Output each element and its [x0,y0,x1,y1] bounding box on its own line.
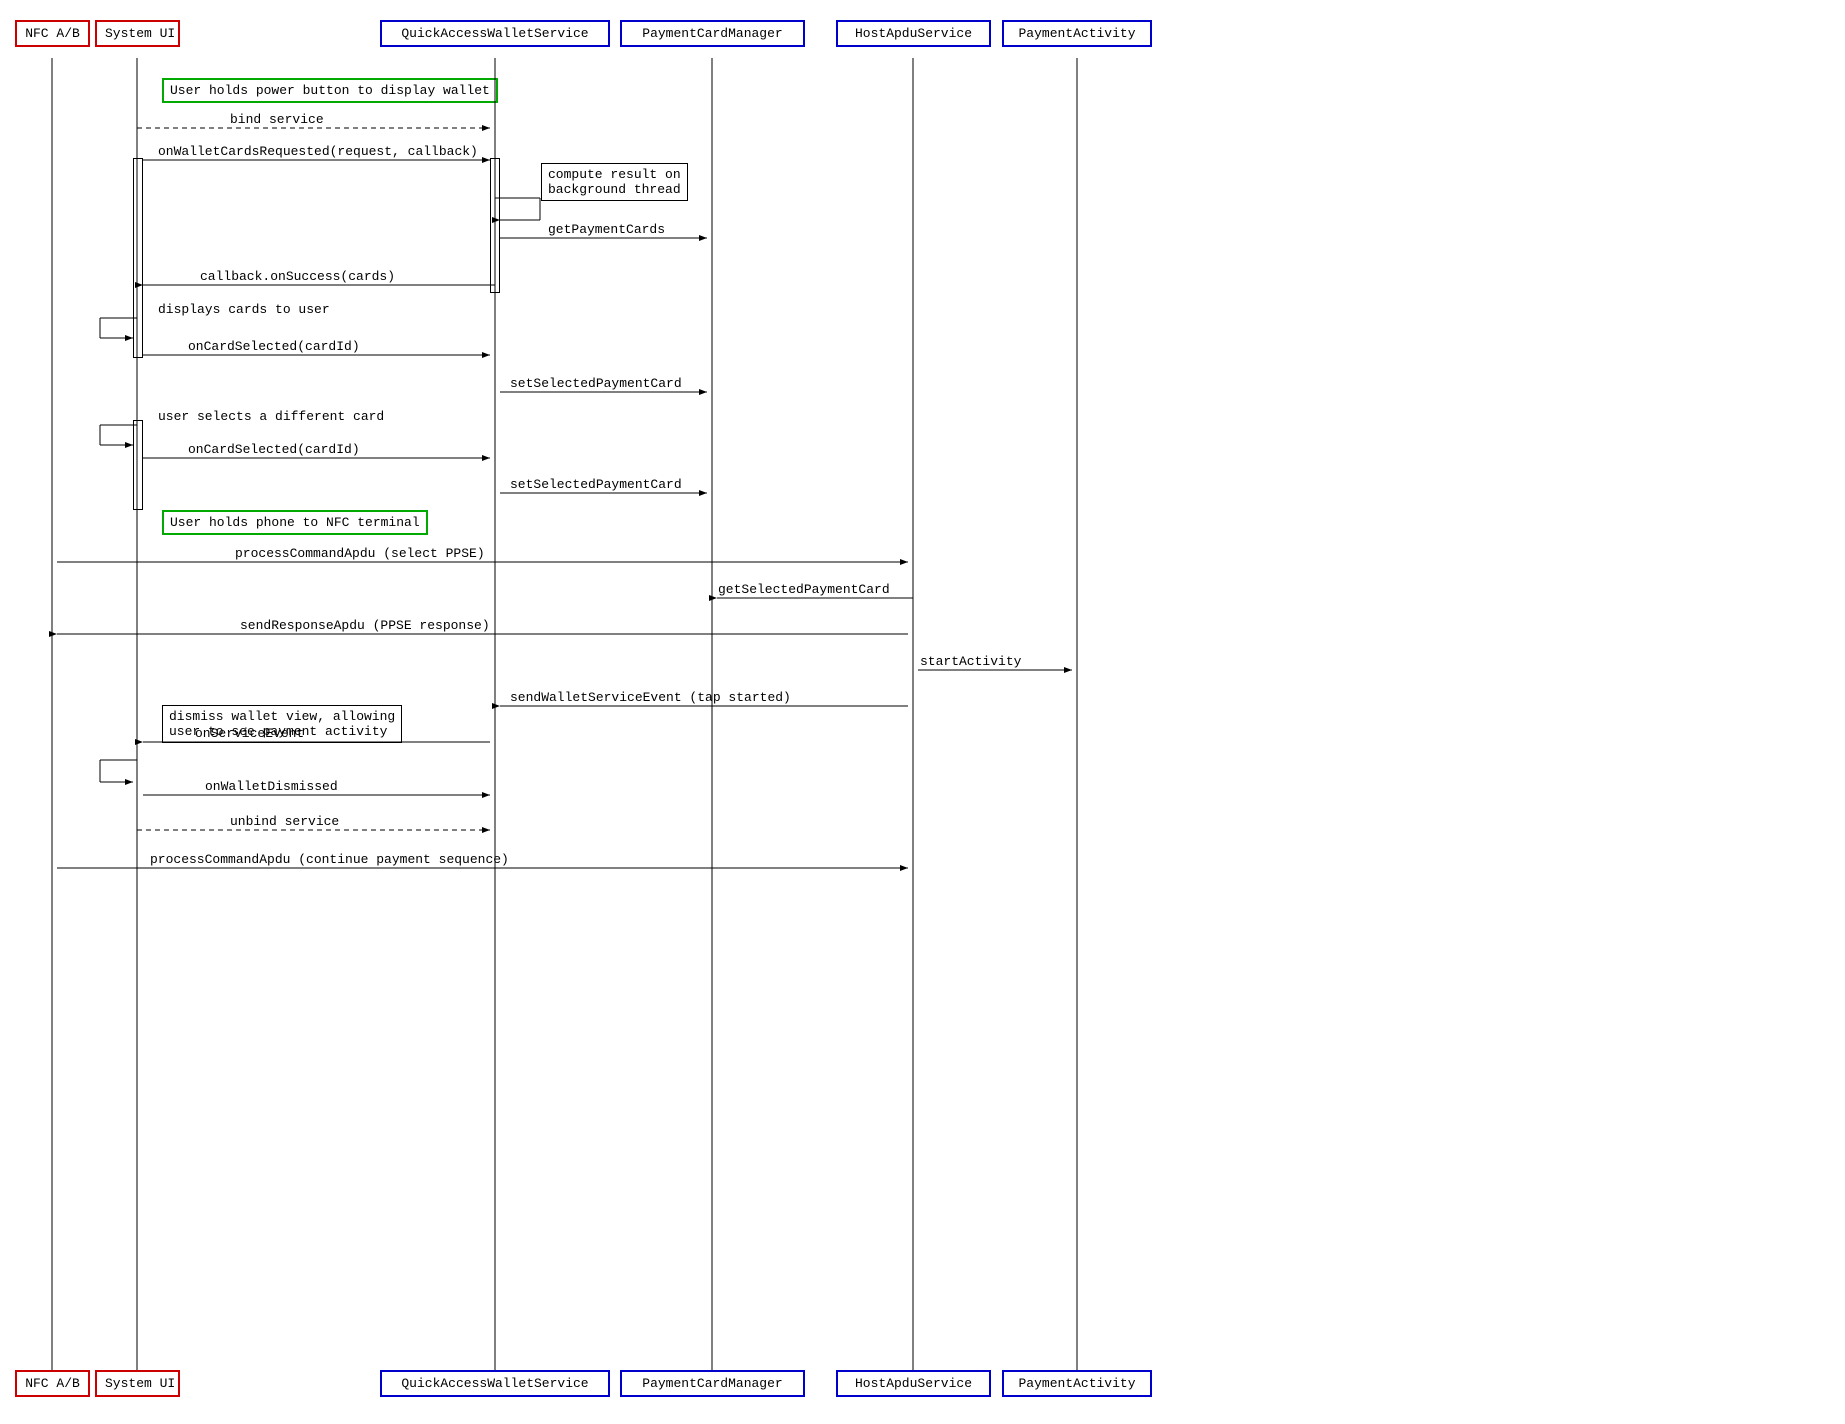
label-oncardselected-1: onCardSelected(cardId) [188,339,360,354]
label-unbind-service: unbind service [230,814,339,829]
label-bind-service: bind service [230,112,324,127]
actor-hostapdu-top: HostApduService [836,20,991,47]
label-displays-cards: displays cards to user [158,302,330,317]
actor-paymentcard-top: PaymentCardManager [620,20,805,47]
label-getpaymentcards: getPaymentCards [548,222,665,237]
label-setselected-2: setSelectedPaymentCard [510,477,682,492]
actor-quickaccess-top: QuickAccessWalletService [380,20,610,47]
note-compute: compute result onbackground thread [541,163,688,201]
label-onwalletdismissed: onWalletDismissed [205,779,338,794]
sequence-diagram: NFC A/B System UI QuickAccessWalletServi… [0,0,1845,1424]
activation-systemui-1 [133,158,143,358]
label-startactivity: startActivity [920,654,1021,669]
label-processcommand-ppse: processCommandApdu (select PPSE) [235,546,485,561]
label-processcommand-continue: processCommandApdu (continue payment seq… [150,852,509,867]
label-sendwallet-event: sendWalletServiceEvent (tap started) [510,690,791,705]
activation-systemui-2 [133,420,143,510]
actor-quickaccess-bot: QuickAccessWalletService [380,1370,610,1397]
label-sendresponse: sendResponseApdu (PPSE response) [240,618,490,633]
actor-hostapdu-bot: HostApduService [836,1370,991,1397]
actor-nfc-bot: NFC A/B [15,1370,90,1397]
label-getselected: getSelectedPaymentCard [718,582,890,597]
label-setselected-1: setSelectedPaymentCard [510,376,682,391]
activation-quickaccess-1 [490,158,500,293]
note-power-button: User holds power button to display walle… [162,78,498,103]
actor-nfc-top: NFC A/B [15,20,90,47]
label-callback-success: callback.onSuccess(cards) [200,269,395,284]
actor-paymentactivity-top: PaymentActivity [1002,20,1152,47]
actor-systemui-top: System UI [95,20,180,47]
note-nfc-terminal: User holds phone to NFC terminal [162,510,428,535]
actor-paymentactivity-bot: PaymentActivity [1002,1370,1152,1397]
label-onwallet: onWalletCardsRequested(request, callback… [158,144,478,159]
actor-paymentcard-bot: PaymentCardManager [620,1370,805,1397]
label-user-selects-diff: user selects a different card [158,409,384,424]
label-oncardselected-2: onCardSelected(cardId) [188,442,360,457]
label-onservice-event: onServiceEvent [195,726,304,741]
actor-systemui-bot: System UI [95,1370,180,1397]
